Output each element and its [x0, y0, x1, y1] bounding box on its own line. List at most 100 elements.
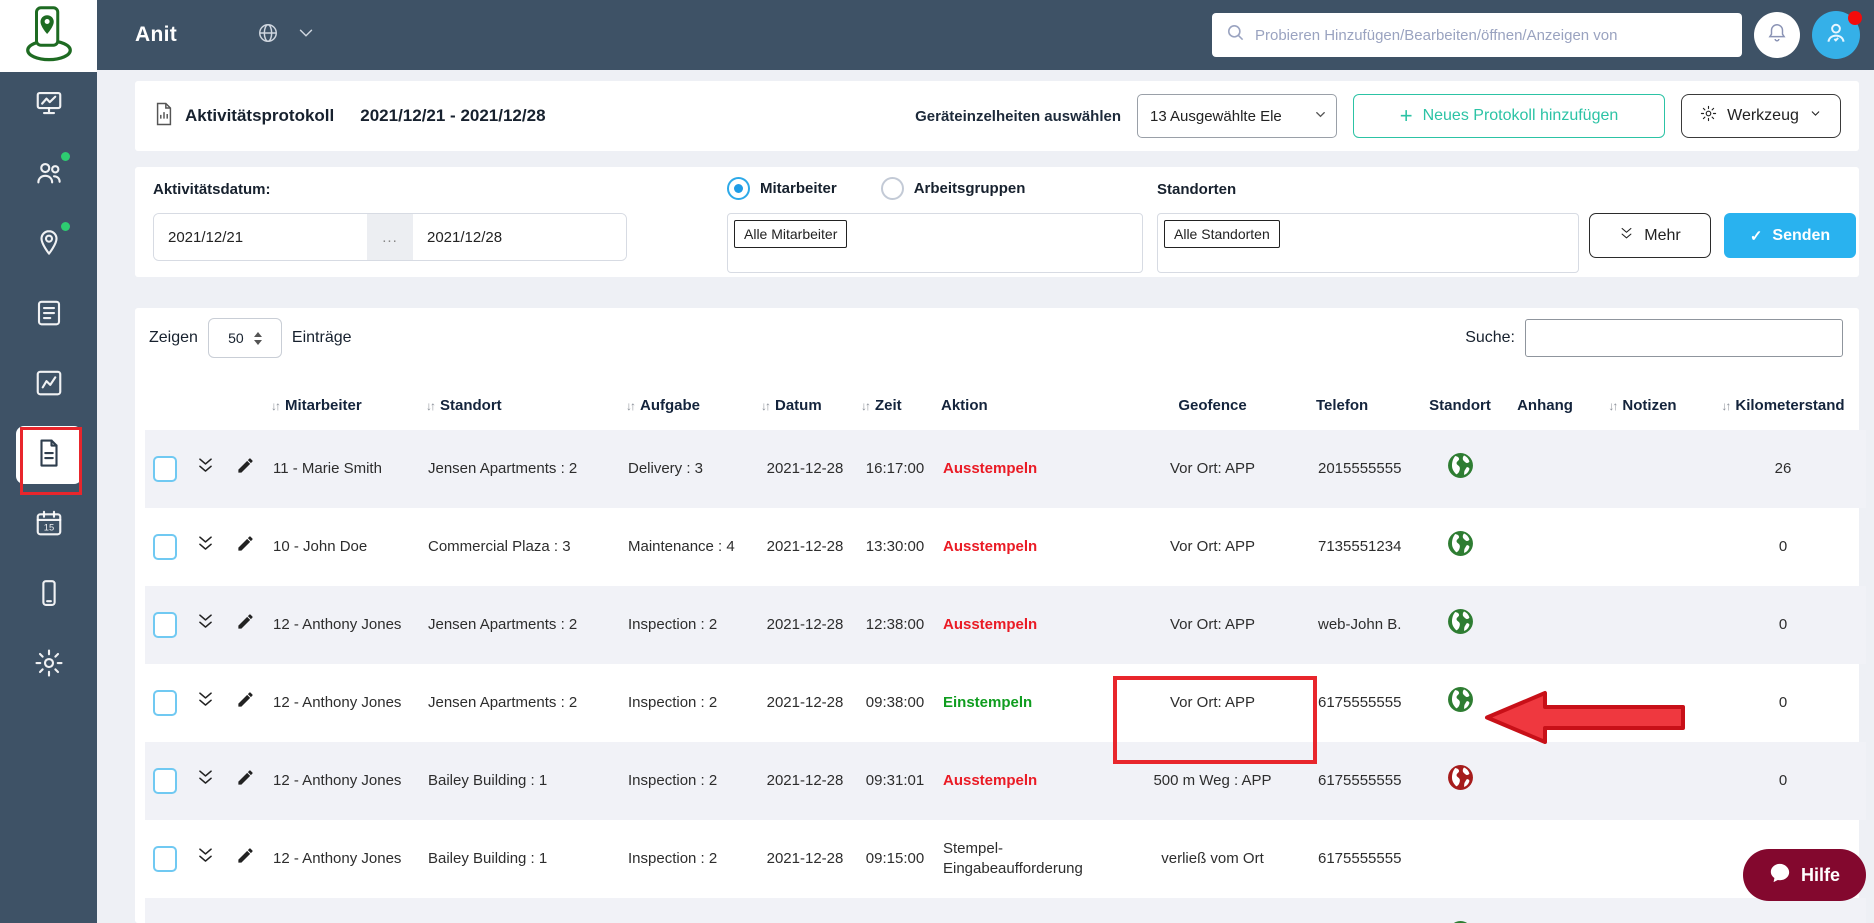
cell-standort-globe: [1415, 508, 1505, 586]
tools-button[interactable]: Werkzeug: [1681, 94, 1841, 138]
add-protocol-button[interactable]: + Neues Protokoll hinzufügen: [1353, 94, 1665, 138]
employees-filter-box[interactable]: Alle Mitarbeiter: [727, 213, 1143, 273]
sort-arrows-icon[interactable]: ↓↑: [761, 399, 771, 413]
device-select-dropdown[interactable]: 13 Ausgewählte Ele: [1137, 94, 1337, 138]
table-search-input[interactable]: [1525, 319, 1843, 357]
more-filters-button[interactable]: Mehr: [1589, 213, 1711, 258]
reports-chart-icon: [34, 368, 64, 403]
row-checkbox[interactable]: [153, 456, 177, 482]
row-expand-icon[interactable]: [196, 534, 215, 553]
sidebar-item-users[interactable]: [16, 146, 82, 204]
user-avatar[interactable]: [1812, 11, 1862, 59]
column-header-standort-1[interactable]: ↓↑ Standort: [420, 380, 620, 430]
radio-mitarbeiter-label: Mitarbeiter: [760, 180, 837, 197]
row-edit-pencil-icon[interactable]: [236, 534, 255, 553]
device-icon: [34, 578, 64, 613]
row-checkbox[interactable]: [153, 768, 177, 794]
sidebar-item-forms[interactable]: [16, 286, 82, 344]
cell-geofence: verließ vom Ort: [1161, 849, 1264, 867]
row-edit-pencil-icon[interactable]: [236, 690, 255, 709]
cell-zeit: 12:38:00: [865, 615, 925, 633]
green-globe-icon[interactable]: [1447, 686, 1474, 713]
sort-arrows-icon[interactable]: ↓↑: [1608, 399, 1618, 413]
cell-datum: 2021-12-28: [755, 898, 855, 923]
column-header-zeit-4[interactable]: ↓↑ Zeit: [855, 380, 935, 430]
row-checkbox[interactable]: [153, 612, 177, 638]
row-edit-pencil-icon[interactable]: [236, 612, 255, 631]
calendar-icon: 15: [34, 508, 64, 543]
row-checkbox[interactable]: [153, 690, 177, 716]
sidebar-item-reports-chart[interactable]: [16, 356, 82, 414]
green-globe-icon[interactable]: [1447, 530, 1474, 557]
sort-arrows-icon[interactable]: ↓↑: [861, 399, 871, 413]
date-separator[interactable]: ...: [367, 214, 413, 260]
date-from-input[interactable]: [154, 214, 367, 260]
date-to-input[interactable]: [413, 214, 626, 260]
cell-aktion: Einstempeln: [935, 898, 1115, 923]
cell-mitarbeiter: 11 - Marie Smith: [273, 459, 382, 477]
green-globe-icon[interactable]: [1447, 608, 1474, 635]
row-expand-icon[interactable]: [196, 456, 215, 475]
cell-geofence: Vor Ort: APP: [1115, 898, 1310, 923]
title-date-range: 2021/12/21 - 2021/12/28: [360, 106, 546, 125]
column-label: Kilometerstand: [1735, 396, 1845, 414]
cell-anhang: [1505, 820, 1585, 898]
submit-button[interactable]: ✓ Senden: [1724, 213, 1856, 258]
sort-arrows-icon[interactable]: ↓↑: [626, 399, 636, 413]
page-size-select[interactable]: 50: [207, 318, 282, 358]
sidebar-item-location-pin[interactable]: [16, 216, 82, 274]
sidebar-item-calendar[interactable]: 15: [16, 496, 82, 554]
cell-datum: 2021-12-28: [766, 771, 844, 789]
table-body: 11 - Marie Smith Jensen Apartments : 2 Del…: [145, 430, 1866, 923]
all-employees-tag[interactable]: Alle Mitarbeiter: [734, 220, 848, 248]
more-label: Mehr: [1644, 226, 1681, 244]
radio-arbeitsgruppen[interactable]: Arbeitsgruppen: [880, 177, 1026, 200]
location-pin-icon: [34, 228, 64, 263]
row-expand-icon[interactable]: [196, 612, 215, 631]
row-expand-icon[interactable]: [196, 846, 215, 865]
cell-standort: Bailey Building : 1: [428, 849, 548, 867]
green-globe-icon[interactable]: [1447, 452, 1474, 479]
row-edit-pencil-icon[interactable]: [236, 768, 255, 787]
sidebar-item-dashboard[interactable]: [16, 76, 82, 134]
row-edit-pencil-icon[interactable]: [236, 456, 255, 475]
row-checkbox[interactable]: [153, 534, 177, 560]
activity-table: ↓↑ Mitarbeiter ↓↑ Standort ↓↑ Aufgabe ↓↑ Datum ↓…: [145, 380, 1866, 923]
column-header-aufgabe-2[interactable]: ↓↑ Aufgabe: [620, 380, 755, 430]
row-edit-pencil-icon[interactable]: [236, 846, 255, 865]
cell-datum: 2021-12-28: [766, 537, 844, 555]
cell-standort: Jensen Apartments : 2: [428, 693, 578, 711]
locations-filter-box[interactable]: Alle Standorten: [1157, 213, 1579, 273]
row-expand-icon[interactable]: [196, 768, 215, 787]
row-checkbox[interactable]: [153, 846, 177, 872]
radio-arbeitsgruppen-label: Arbeitsgruppen: [913, 180, 1026, 197]
global-search: [1212, 13, 1742, 57]
sidebar-item-activity-log[interactable]: [15, 426, 82, 484]
sort-arrows-icon[interactable]: ↓↑: [426, 399, 436, 413]
column-header-kilometerstand-11[interactable]: ↓↑ Kilometerstand: [1700, 380, 1866, 430]
global-search-input[interactable]: [1253, 25, 1728, 45]
red-globe-icon[interactable]: [1447, 764, 1474, 791]
language-globe-icon[interactable]: [257, 22, 279, 49]
sort-arrows-icon[interactable]: ↓↑: [1721, 399, 1731, 413]
bell-icon: [1766, 22, 1788, 49]
column-header-mitarbeiter-0[interactable]: ↓↑ Mitarbeiter: [265, 380, 420, 430]
submit-label: Senden: [1772, 226, 1831, 244]
chevron-down-icon[interactable]: [295, 22, 317, 49]
column-header-datum-3[interactable]: ↓↑ Datum: [755, 380, 855, 430]
app-logo[interactable]: [0, 0, 97, 72]
check-icon: ✓: [1749, 227, 1763, 245]
row-expand-icon[interactable]: [196, 690, 215, 709]
column-header-notizen-10[interactable]: ↓↑ Notizen: [1585, 380, 1700, 430]
radio-mitarbeiter[interactable]: Mitarbeiter: [727, 177, 837, 200]
cell-mitarbeiter: 12 - Anthony Jones: [273, 615, 402, 633]
sort-arrows-icon[interactable]: ↓↑: [271, 399, 281, 413]
column-header-anhang-9: Anhang: [1505, 380, 1585, 430]
sidebar-item-settings-gear[interactable]: [16, 636, 82, 694]
sidebar-item-device[interactable]: [16, 566, 82, 624]
cell-notizen: [1585, 586, 1700, 664]
notifications-button[interactable]: [1754, 12, 1800, 58]
device-select-label: Geräteinzelheiten auswählen: [915, 107, 1121, 125]
all-locations-tag[interactable]: Alle Standorten: [1164, 220, 1280, 248]
help-button[interactable]: Hilfe: [1742, 849, 1866, 901]
